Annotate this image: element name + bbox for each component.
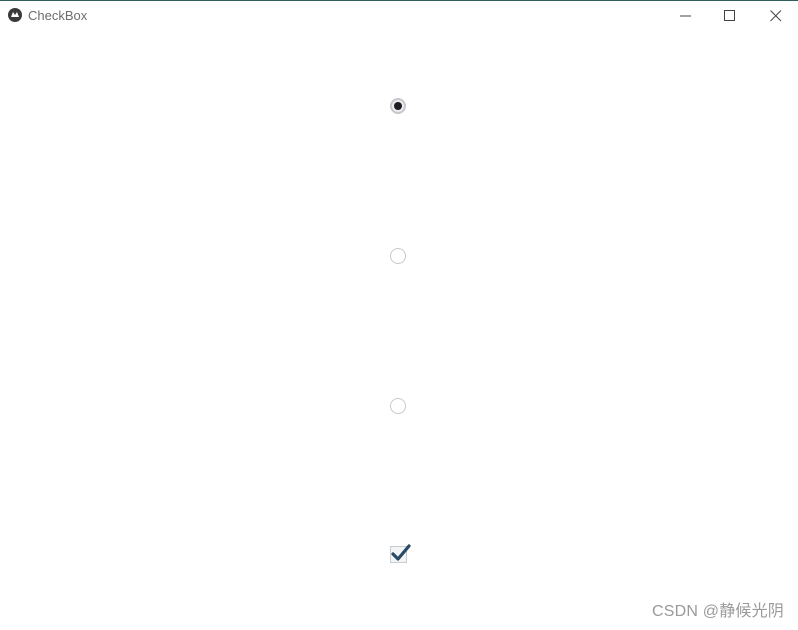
- radio-button-2[interactable]: [390, 248, 406, 264]
- checkmark-icon: [391, 544, 411, 561]
- radio-selected-dot: [394, 102, 402, 110]
- minimize-button[interactable]: [664, 1, 708, 31]
- maximize-icon: [724, 10, 735, 21]
- checkbox[interactable]: [390, 544, 411, 563]
- window-title: CheckBox: [28, 8, 88, 23]
- minimize-icon: [680, 15, 691, 17]
- radio-button-3[interactable]: [390, 398, 406, 414]
- app-logo-icon: [8, 8, 22, 22]
- maximize-button[interactable]: [708, 1, 752, 31]
- app-window: CheckBox CSDN @静候光阴: [0, 0, 798, 630]
- watermark-text: CSDN @静候光阴: [651, 603, 784, 620]
- close-icon: [770, 10, 782, 22]
- content-area: [0, 31, 798, 630]
- radio-button-1[interactable]: [390, 98, 406, 114]
- title-bar[interactable]: CheckBox: [0, 1, 798, 31]
- close-button[interactable]: [754, 1, 798, 31]
